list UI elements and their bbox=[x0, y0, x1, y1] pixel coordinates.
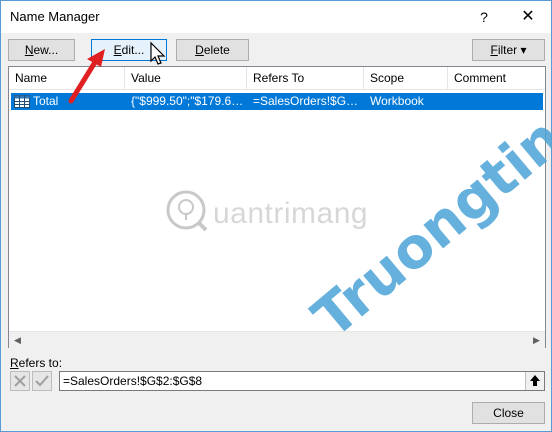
horizontal-scrollbar[interactable]: ◀ ▶ bbox=[9, 331, 545, 348]
delete-button-label: elete bbox=[203, 43, 230, 57]
title-bar: Name Manager ? ✕ bbox=[1, 1, 551, 33]
edit-button-accel: E bbox=[113, 43, 122, 57]
new-button-label: ew... bbox=[33, 43, 59, 57]
table-icon bbox=[14, 95, 30, 108]
column-header-refers-to[interactable]: Refers To bbox=[247, 67, 364, 90]
close-window-button[interactable]: ✕ bbox=[517, 6, 539, 28]
red-arrow-annotation-icon bbox=[68, 49, 105, 104]
collapse-arrow-icon bbox=[530, 375, 540, 386]
row-refers-to: =SalesOrders!$G$2... bbox=[253, 94, 364, 108]
chevron-down-icon: ▾ bbox=[520, 43, 527, 57]
close-button[interactable]: Close bbox=[472, 402, 545, 424]
commit-edit-button[interactable] bbox=[32, 371, 52, 391]
column-header-comment[interactable]: Comment bbox=[448, 67, 545, 90]
mouse-pointer-icon bbox=[150, 41, 166, 65]
refers-to-field[interactable] bbox=[59, 371, 545, 391]
cancel-x-icon bbox=[14, 375, 26, 387]
delete-button-accel: D bbox=[195, 43, 204, 57]
lightbulb-logo-icon bbox=[166, 190, 208, 232]
cancel-edit-button[interactable] bbox=[10, 371, 30, 391]
column-header-value[interactable]: Value bbox=[125, 67, 247, 90]
watermark-quantrimang: uantrimang bbox=[213, 197, 369, 230]
column-header-scope[interactable]: Scope bbox=[364, 67, 448, 90]
edit-button-label: dit... bbox=[121, 43, 145, 57]
checkmark-icon bbox=[35, 375, 49, 387]
row-scope: Workbook bbox=[370, 94, 424, 108]
collapse-dialog-button[interactable] bbox=[525, 372, 544, 390]
scroll-left-icon[interactable]: ◀ bbox=[9, 332, 26, 348]
filter-button-accel: F bbox=[490, 43, 498, 57]
row-value: {"$999.50";"$179.64... bbox=[131, 94, 247, 108]
help-button[interactable]: ? bbox=[474, 7, 494, 27]
scroll-right-icon[interactable]: ▶ bbox=[528, 332, 545, 348]
delete-button[interactable]: Delete bbox=[176, 39, 249, 61]
filter-button-label: ilter bbox=[497, 43, 518, 57]
filter-button[interactable]: Filter ▾ bbox=[472, 39, 545, 61]
row-comment bbox=[454, 93, 542, 110]
name-manager-dialog: Name Manager ? ✕ New... Edit... Delete F… bbox=[0, 0, 552, 432]
refers-to-accel: R bbox=[10, 356, 19, 370]
window-title: Name Manager bbox=[10, 9, 100, 24]
refers-to-label-text: efers to: bbox=[18, 356, 63, 370]
refers-to-label: Refers to: bbox=[10, 356, 62, 370]
